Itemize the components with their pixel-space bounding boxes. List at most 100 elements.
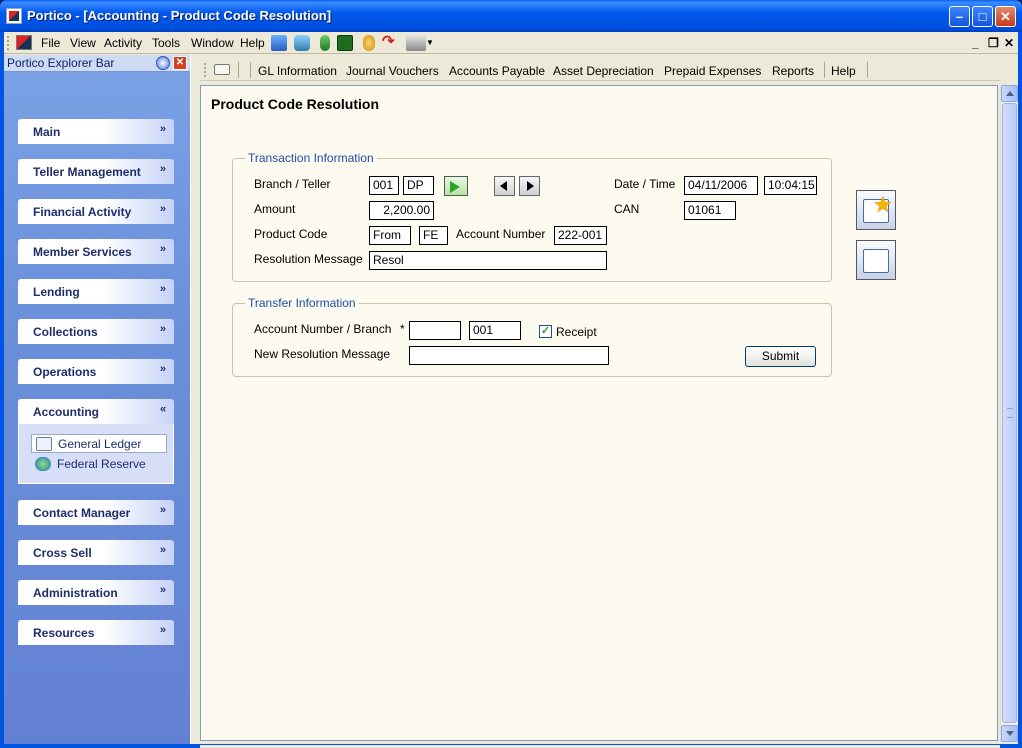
menu-activity[interactable]: Activity bbox=[104, 36, 142, 50]
group-member-services[interactable]: Member Services » bbox=[18, 239, 174, 264]
amount-field[interactable]: 2,200.00 bbox=[369, 201, 434, 220]
nav-accounts-payable[interactable]: Accounts Payable bbox=[449, 64, 545, 78]
coin-icon[interactable] bbox=[363, 35, 375, 51]
group-accounting[interactable]: Accounting » bbox=[18, 399, 174, 424]
explorer-header: Portico Explorer Bar ✕ bbox=[4, 55, 190, 72]
explorer-item-label: Federal Reserve bbox=[57, 457, 146, 471]
nav-gl-information[interactable]: GL Information bbox=[258, 64, 337, 78]
new-resolution-message-field[interactable] bbox=[409, 346, 609, 365]
group-label: Financial Activity bbox=[33, 205, 132, 219]
separator bbox=[867, 62, 868, 78]
minimize-button[interactable]: – bbox=[949, 6, 970, 27]
transfer-branch-field[interactable]: 001 bbox=[469, 321, 521, 340]
chevron-down-icon: » bbox=[159, 283, 166, 295]
account-number-field[interactable]: 222-001 bbox=[554, 226, 607, 245]
pin-icon[interactable] bbox=[156, 56, 170, 70]
nav-reports[interactable]: Reports bbox=[772, 64, 814, 78]
group-cross-sell[interactable]: Cross Sell » bbox=[18, 540, 174, 565]
window-title: Portico - [Accounting - Product Code Res… bbox=[27, 8, 332, 23]
splitter[interactable] bbox=[190, 55, 198, 744]
separator bbox=[250, 62, 251, 78]
product-code-from-field[interactable]: From bbox=[369, 226, 411, 245]
separator bbox=[824, 62, 825, 78]
teller-field[interactable]: DP bbox=[403, 176, 434, 195]
receipt-label[interactable]: Receipt bbox=[556, 325, 597, 339]
branch-field[interactable]: 001 bbox=[369, 176, 399, 195]
account-number-label: Account Number bbox=[456, 227, 546, 241]
group-administration[interactable]: Administration » bbox=[18, 580, 174, 605]
chevron-down-icon: » bbox=[159, 243, 166, 255]
transfer-account-field[interactable] bbox=[409, 321, 461, 340]
accounting-group-body: General Ledger Federal Reserve bbox=[18, 424, 174, 484]
chevron-down-icon: » bbox=[159, 624, 166, 636]
title-bar[interactable]: Portico - [Accounting - Product Code Res… bbox=[0, 0, 1022, 32]
nav-asset-depreciation[interactable]: Asset Depreciation bbox=[553, 64, 654, 78]
go-arrow-button[interactable] bbox=[444, 176, 468, 196]
money-bag-icon[interactable] bbox=[320, 35, 330, 51]
group-label: Accounting bbox=[33, 405, 99, 419]
group-legend: Transfer Information bbox=[245, 296, 359, 310]
product-code-to-field[interactable]: FE bbox=[419, 226, 448, 245]
time-field[interactable]: 10:04:15 bbox=[764, 176, 817, 195]
book-icon bbox=[36, 437, 52, 451]
menu-window[interactable]: Window bbox=[191, 36, 234, 50]
form-panel: Product Code Resolution Transaction Info… bbox=[200, 85, 998, 741]
group-teller-management[interactable]: Teller Management » bbox=[18, 159, 174, 184]
chevron-down-icon: » bbox=[159, 323, 166, 335]
book-icon[interactable] bbox=[214, 64, 230, 75]
menu-file[interactable]: File bbox=[41, 36, 60, 50]
mdi-minimize-button[interactable]: _ bbox=[972, 36, 979, 50]
explorer-item-federal-reserve[interactable]: Federal Reserve bbox=[31, 455, 167, 474]
notebook-icon bbox=[863, 249, 889, 273]
scroll-thumb[interactable] bbox=[1002, 103, 1017, 723]
explorer-close-button[interactable]: ✕ bbox=[173, 56, 187, 70]
submit-button[interactable]: Submit bbox=[745, 346, 816, 367]
group-lending[interactable]: Lending » bbox=[18, 279, 174, 304]
menu-tools[interactable]: Tools bbox=[152, 36, 180, 50]
redo-arrow-icon[interactable]: ↷ bbox=[382, 34, 398, 51]
scroll-up-button[interactable] bbox=[1001, 85, 1018, 102]
explorer-item-general-ledger[interactable]: General Ledger bbox=[31, 434, 167, 453]
close-button[interactable]: ✕ bbox=[995, 6, 1016, 27]
explorer-bar: Portico Explorer Bar ✕ Main » Teller Man… bbox=[4, 55, 190, 744]
group-label: Member Services bbox=[33, 245, 132, 259]
menu-view[interactable]: View bbox=[70, 36, 96, 50]
group-financial-activity[interactable]: Financial Activity » bbox=[18, 199, 174, 224]
nav-journal-vouchers[interactable]: Journal Vouchers bbox=[346, 64, 439, 78]
group-contact-manager[interactable]: Contact Manager » bbox=[18, 500, 174, 525]
amount-label: Amount bbox=[254, 202, 296, 216]
nav-prepaid-expenses[interactable]: Prepaid Expenses bbox=[664, 64, 761, 78]
notes-button[interactable] bbox=[856, 240, 896, 280]
maximize-button[interactable]: □ bbox=[972, 6, 993, 27]
can-field[interactable]: 01061 bbox=[684, 201, 736, 220]
calculator-icon[interactable] bbox=[294, 35, 310, 51]
group-resources[interactable]: Resources » bbox=[18, 620, 174, 645]
group-operations[interactable]: Operations » bbox=[18, 359, 174, 384]
app-logo-icon[interactable] bbox=[6, 8, 22, 24]
group-main[interactable]: Main » bbox=[18, 119, 174, 144]
group-collections[interactable]: Collections » bbox=[18, 319, 174, 344]
scroll-down-button[interactable] bbox=[1001, 725, 1018, 742]
app-window: Portico - [Accounting - Product Code Res… bbox=[0, 0, 1022, 748]
favorite-button[interactable]: ★ bbox=[856, 190, 896, 230]
next-button[interactable] bbox=[519, 176, 540, 196]
printer-icon[interactable] bbox=[406, 35, 426, 51]
receipt-checkbox[interactable]: ✓ bbox=[539, 325, 552, 338]
mdi-restore-button[interactable]: ❐ bbox=[988, 36, 999, 50]
resolution-message-field[interactable]: Resol bbox=[369, 251, 607, 270]
mdi-close-button[interactable]: ✕ bbox=[1004, 36, 1014, 50]
vertical-scrollbar[interactable] bbox=[1000, 85, 1018, 742]
chevron-down-icon: » bbox=[159, 504, 166, 516]
toolbar-grip[interactable] bbox=[7, 36, 10, 50]
date-field[interactable]: 04/11/2006 bbox=[684, 176, 758, 195]
previous-button[interactable] bbox=[494, 176, 515, 196]
nav-help[interactable]: Help bbox=[831, 64, 856, 78]
users-icon[interactable] bbox=[271, 35, 287, 51]
printer-dropdown-icon[interactable]: ▼ bbox=[426, 38, 434, 47]
dollar-icon[interactable] bbox=[337, 35, 353, 51]
page-title: Product Code Resolution bbox=[211, 96, 379, 112]
group-label: Cross Sell bbox=[33, 546, 92, 560]
toolbar-grip[interactable] bbox=[204, 63, 207, 77]
menu-help[interactable]: Help bbox=[240, 36, 265, 50]
portico-menu-icon[interactable] bbox=[16, 35, 32, 50]
